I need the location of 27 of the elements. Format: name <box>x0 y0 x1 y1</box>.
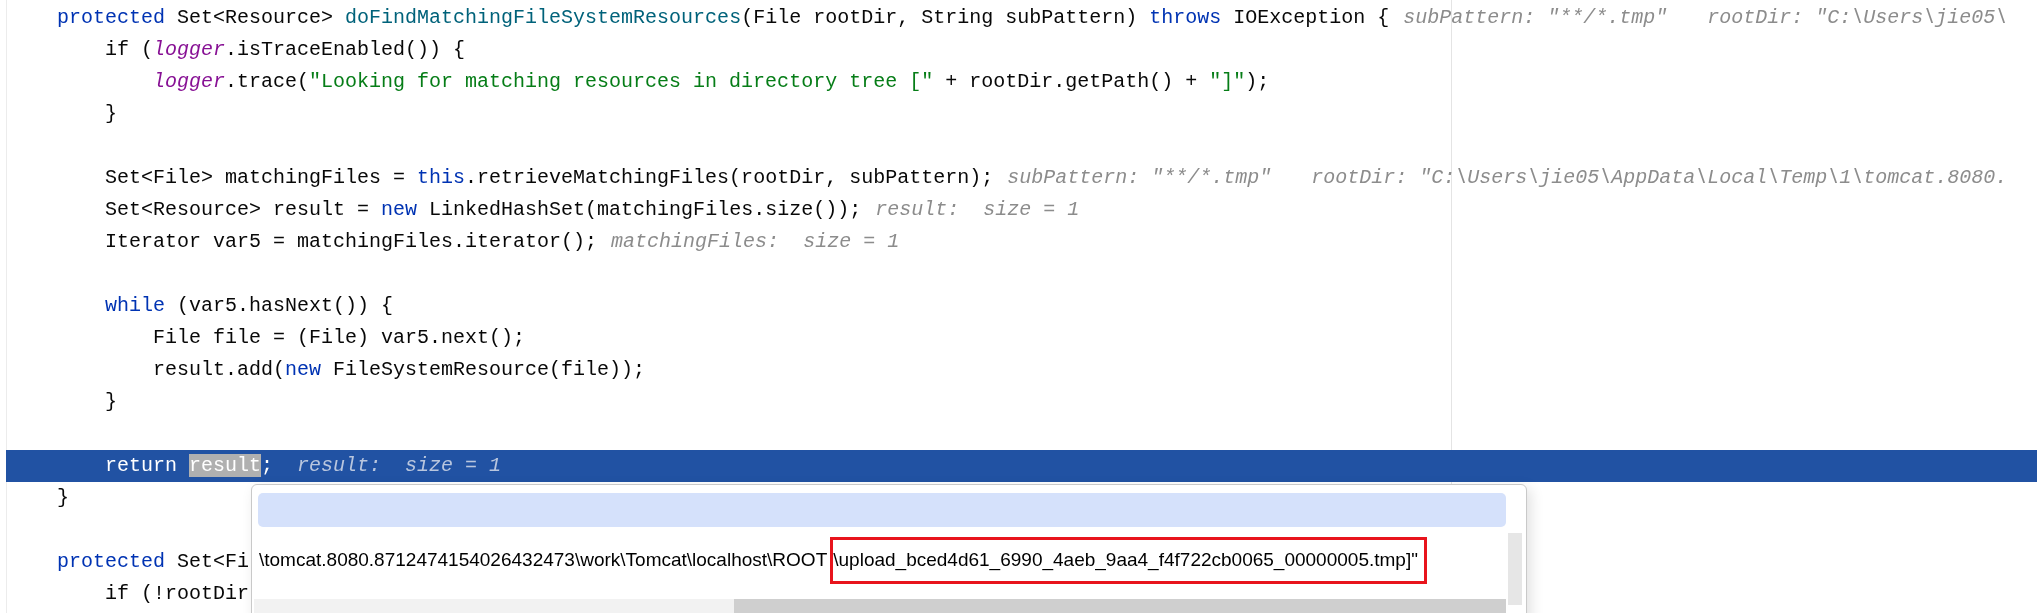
code-line: Iterator var5 = matchingFiles.iterator(); <box>104 229 598 255</box>
code-line: Set<File> matchingFiles = this.retrieveMatchingFiles(rootDir, subPattern); <box>104 165 994 191</box>
boxed-path-text: \upload_bced4d61_6990_4aeb_9aa4_f4f722cb0065_00000005.tmp]" <box>830 537 1427 584</box>
code-line: protected Set<Fi <box>57 549 250 575</box>
code-line: } <box>57 485 69 511</box>
code-line: } <box>104 101 117 127</box>
code-line: if (!rootDir <box>104 581 250 607</box>
horizontal-scrollbar[interactable] <box>254 599 1506 613</box>
code-line: return result; <box>104 453 274 479</box>
inline-value-hint: subPattern: "**/*.tmp" <box>1403 5 1668 31</box>
code-line: Set<Resource> result = new LinkedHashSet(matchingFiles.size()); <box>104 197 862 223</box>
inline-value-hint: rootDir: "C:\Users\jie05\ <box>1707 5 2008 31</box>
inline-value-hint: subPattern: "**/*.tmp" <box>1007 165 1272 191</box>
code-line: result.add(new FileSystemResource(file)); <box>152 357 646 383</box>
code-line: } <box>104 389 117 415</box>
code-line: logger.trace("Looking for matching resources in directory tree [" + rootDir.getPath() + "]"); <box>152 69 1270 95</box>
code-line: if (logger.isTraceEnabled()) { <box>104 37 466 63</box>
code-line: File file = (File) var5.next(); <box>152 325 526 351</box>
path-text: \tomcat.8080.8712474154026432473\work\Tomcat\localhost\ROOT <box>258 548 829 572</box>
code-line: while (var5.hasNext()) { <box>104 293 394 319</box>
vertical-scrollbar[interactable] <box>1508 533 1522 605</box>
code-line: protected Set<Resource> doFindMatchingFileSystemResources(File rootDir, String subPattern) throws IOException { <box>57 5 1390 31</box>
inline-value-hint: result: size = 1 <box>297 453 502 479</box>
inline-value-hint: result: size = 1 <box>875 197 1080 223</box>
inline-value-hint: matchingFiles: size = 1 <box>611 229 900 255</box>
scrollbar-thumb[interactable] <box>734 599 1506 613</box>
inline-value-hint: rootDir: "C:\Users\jie05\AppData\Local\Temp\1\tomcat.8080. <box>1311 165 2008 191</box>
